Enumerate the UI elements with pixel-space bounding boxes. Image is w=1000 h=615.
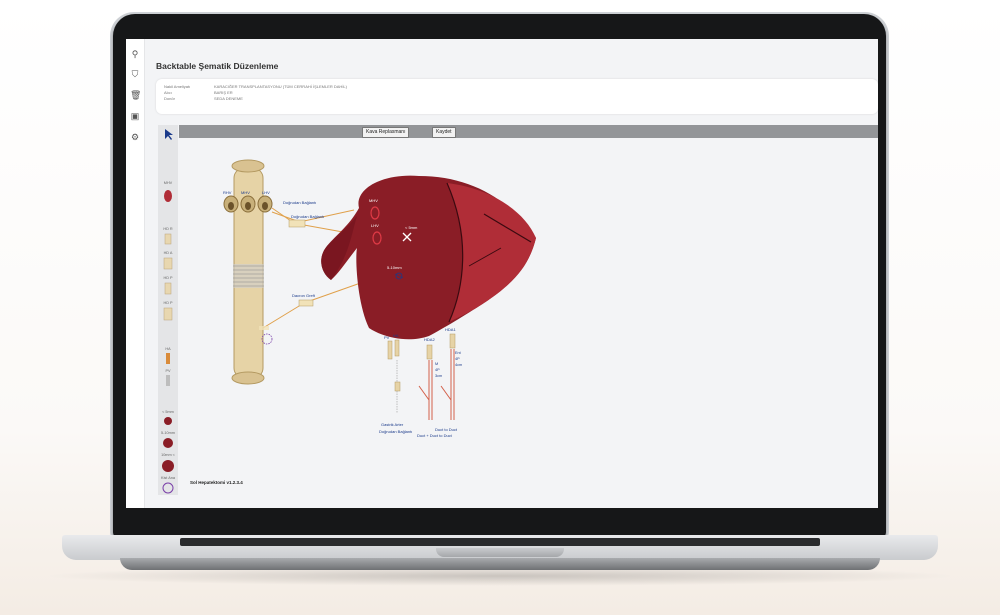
mhv-label: MHV [369,198,378,203]
info-row-donor: Donör SEDA DENEME [164,96,243,101]
direct-connection-label: Doğrudan Bağlantı [283,200,316,205]
toolbox-label: HD P [163,276,173,280]
toolbox-label: < 5mm [162,410,174,414]
gear-icon[interactable]: ⚙ [130,132,140,142]
hd-r-tool[interactable] [164,233,172,245]
mhv-top-label: MHV [241,190,250,195]
lt5-tool[interactable] [164,417,172,425]
info-row-recipient: Alıcı BARIŞ ER [164,90,233,95]
laptop-base-bottom [120,558,880,570]
e1-label: Ent [455,351,462,355]
info-label: Donör [164,96,175,101]
laptop-notch [436,548,564,557]
kava-replasmani-button[interactable]: Kava Replasmanı [362,127,410,138]
info-value: SEDA DENEME [214,96,243,101]
sidebar: ⚲ ⛉ 🗑 ▣ ⚙ [126,39,145,508]
range-label: 5-10mm [387,265,402,270]
graft-piece[interactable] [288,219,306,228]
toolbox-label: 10mm < [161,453,175,457]
toolbox-label: Kist Ana [161,476,175,480]
toolbox-label: HD P [163,301,173,305]
e3-label: 4cm [455,363,462,367]
toolbox-label: 5-10mm [161,431,175,435]
schematic-drawing: RHV MHV LHV Doğrudan Bağlantı Doğrudan B… [223,159,536,438]
direct-connection-label-2: Doğrudan Bağlantı [291,214,324,219]
hda2-label: HDA2 [424,337,435,342]
save-button[interactable]: Kaydet [432,127,456,138]
info-value: KARACIĞER TRANSPLANTASYONU (TÜM CERRAHİ … [214,84,347,89]
ha-label: HA [393,333,399,338]
lhv-label: LHV [262,190,270,195]
dacron-graft-piece[interactable] [298,299,314,307]
info-row-operation: Nakil Ameliyatı KARACIĞER TRANSPLANTASYO… [164,84,347,89]
app-screen: ⚲ ⛉ 🗑 ▣ ⚙ Backtable Şematik Düzenleme Na… [126,39,878,508]
hilar-vessels[interactable] [387,333,456,413]
10mm-tool[interactable] [162,460,174,472]
bile-duct-lines[interactable] [418,349,455,420]
rhv-label: RHV [223,190,232,195]
toolbox-label: HA [165,347,171,351]
toolbox-palette: MHV HD R HD A HD P HD P HA PV < 5mm 5-10… [158,125,178,495]
hepatic-vein-openings[interactable] [223,195,273,213]
m2-label: 4P [435,368,440,372]
toolbox-label: MHV [163,181,173,185]
ha-tool[interactable] [166,353,170,364]
toolbox-label: HD R [163,227,173,231]
duct-plus-duct-label: Duct + Duct to Duct [417,433,453,438]
trash-icon[interactable]: 🗑 [130,90,141,100]
pointer-tool-icon[interactable] [165,129,173,140]
liver-shape[interactable] [321,175,536,340]
hd-a-tool[interactable] [163,257,173,270]
lt5-label: < 5mm [405,225,418,230]
shield-icon[interactable]: ⛉ [130,69,140,79]
info-label: Alıcı [164,90,172,95]
hda1-label: HDA1 [445,327,456,332]
page-title: Backtable Şematik Düzenleme [156,61,279,71]
gastric-connection-label: Doğrudan Bağlantı [379,429,412,434]
gastric-artery-label: Gastrik Arter [381,422,404,427]
dacron-graft-label: Dacron Greft [292,293,316,298]
lhv-on-label: LHV [371,223,379,228]
info-card: Nakil Ameliyatı KARACIĞER TRANSPLANTASYO… [156,79,878,114]
pv-label: PV [384,335,390,340]
hd-p-tool[interactable] [164,282,172,295]
duct-to-duct-label: Duct to Duct [435,427,458,432]
laptop-keyboard-edge [180,538,820,546]
m3-label: 3cm [435,374,442,378]
5-10mm-tool[interactable] [163,438,173,448]
graft-piece-small [259,326,269,330]
canvas-toolbar: Kava Replasmanı Kaydet [179,125,878,138]
toolbox-label: HD A [163,251,173,255]
bus-icon[interactable]: ▣ [130,111,140,121]
m1-label: M [435,362,438,366]
mhv-tool[interactable] [164,190,172,202]
e2-label: 4P [455,357,460,361]
kist-tool[interactable] [162,482,174,494]
version-label: Sol Hepatektomi v1.2.3.4 [190,480,243,485]
pv-tool[interactable] [166,375,170,386]
info-value: BARIŞ ER [214,90,233,95]
toolbox-label: PV [165,369,171,373]
pin-icon[interactable]: ⚲ [130,49,140,59]
schematic-canvas[interactable]: RHV MHV LHV Doğrudan Bağlantı Doğrudan B… [179,138,878,508]
info-label: Nakil Ameliyatı [164,84,191,89]
hd-p2-tool[interactable] [163,307,173,321]
